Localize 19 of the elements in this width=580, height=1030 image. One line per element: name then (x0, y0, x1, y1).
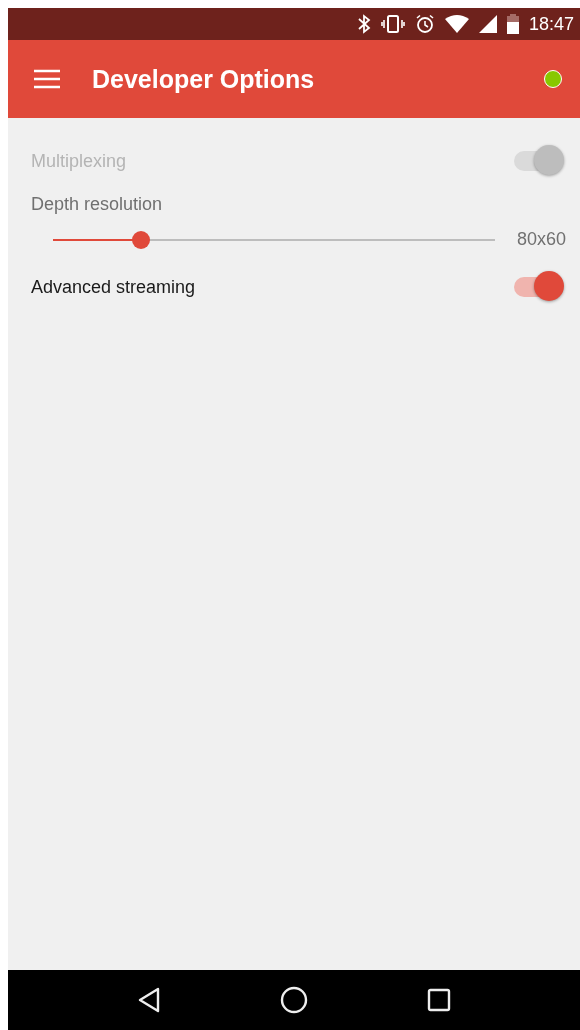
slider-value: 80x60 (516, 229, 566, 250)
app-title: Developer Options (92, 64, 316, 94)
vibrate-icon (380, 14, 405, 34)
slider-thumb[interactable] (132, 230, 151, 249)
toggle-switch[interactable] (512, 271, 566, 303)
bluetooth-icon (356, 14, 371, 34)
clock-time: 18:47 (528, 13, 574, 35)
home-icon[interactable] (280, 986, 308, 1014)
setting-label: Advanced streaming (31, 276, 196, 298)
menu-icon[interactable] (34, 69, 60, 89)
setting-label: Depth resolution (31, 194, 164, 215)
recents-icon[interactable] (426, 988, 451, 1012)
alarm-icon (414, 14, 435, 34)
signal-icon (478, 15, 497, 33)
battery-icon (506, 14, 519, 34)
back-icon[interactable] (137, 987, 162, 1013)
wifi-icon (444, 15, 469, 33)
slider-track[interactable] (53, 230, 495, 249)
setting-label: Multiplexing (31, 150, 127, 172)
